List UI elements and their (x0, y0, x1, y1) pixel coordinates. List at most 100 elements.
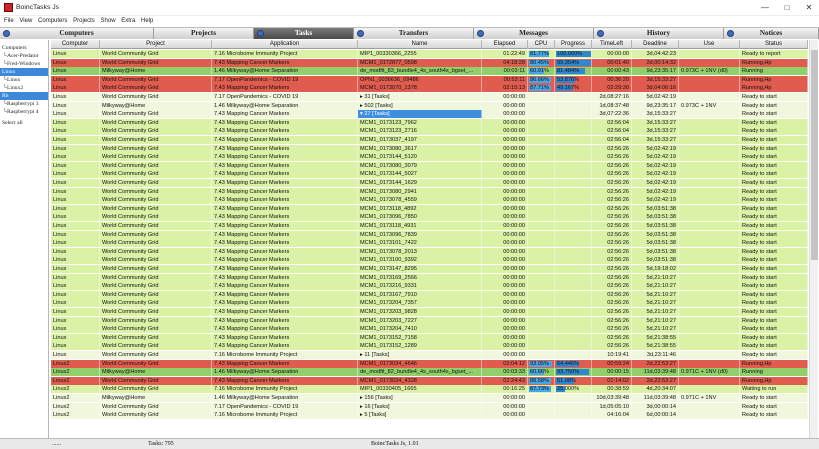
tab-messages[interactable]: Messages (474, 28, 594, 39)
sidebar-item-rh-group[interactable]: Rh (0, 92, 48, 100)
column-header-deadline[interactable]: Deadline (632, 40, 679, 49)
cell-deadline: 5d,03:51:38 (632, 256, 679, 265)
table-row[interactable]: Linux World Community Grid 7.43 Mapping Ca… (51, 316, 808, 325)
table-row[interactable]: Linux World Community Grid 7.17 OpenPandem… (51, 93, 808, 101)
menu-show[interactable]: Show (99, 16, 118, 26)
table-row[interactable]: Linux World Community Grid 7.43 Mapping Ca… (51, 239, 808, 248)
cell-timeleft: 02:56:26 (592, 316, 632, 325)
vertical-scrollbar[interactable] (809, 40, 818, 438)
sidebar-item-linux[interactable]: └Linux (0, 76, 48, 84)
table-row[interactable]: Linux World Community Grid 7.16 Microbome … (51, 351, 808, 359)
tab-history[interactable]: History (594, 28, 724, 39)
menu-projects[interactable]: Projects (71, 16, 97, 26)
table-row[interactable]: Linux World Community Grid 7.43 Mapping Ca… (51, 333, 808, 342)
table-row[interactable]: Linux World Community Grid 7.43 Mapping Ca… (51, 179, 808, 187)
cell-application: 7.17 OpenPandemics - COVID 19 (212, 93, 358, 101)
cell-cpu: 87.73% (528, 385, 555, 394)
menu-computers[interactable]: Computers (36, 16, 69, 26)
tab-projects[interactable]: Projects (154, 28, 254, 39)
maximize-icon[interactable]: □ (776, 2, 798, 14)
menu-help[interactable]: Help (139, 16, 155, 26)
table-row[interactable]: Linux World Community Grid 7.43 Mapping Ca… (51, 161, 808, 170)
cell-computer: Linux (51, 265, 100, 273)
table-row[interactable]: Linux2 World Community Grid 7.16 Microbome… (51, 411, 808, 420)
table-row[interactable]: Linux World Community Grid 7.43 Mapping Ca… (51, 273, 808, 282)
column-header-project[interactable]: Project (100, 40, 212, 49)
table-row[interactable]: Linux World Community Grid 7.43 Mapping Ca… (51, 127, 808, 136)
menu-extra[interactable]: Extra (119, 16, 137, 26)
table-row[interactable]: Linux2 World Community Grid 7.17 OpenPande… (51, 402, 808, 411)
table-row[interactable]: Linux World Community Grid 7.43 Mapping Ca… (51, 308, 808, 316)
cell-project: Milkyway@Home (100, 394, 212, 402)
table-row[interactable]: Linux World Community Grid 7.43 Mapping Ca… (51, 290, 808, 299)
column-header-timeleft[interactable]: TimeLeft (592, 40, 632, 49)
table-row[interactable]: Linux World Community Grid 7.43 Mapping Ca… (51, 299, 808, 308)
menu-view[interactable]: View (17, 16, 34, 26)
column-header-computer[interactable]: Computer (51, 40, 100, 49)
table-row[interactable]: Linux World Community Grid 7.43 Mapping Ca… (51, 58, 808, 67)
menu-file[interactable]: File (0, 16, 16, 26)
cell-name: de_modfit_82_bundle4_4s_south4s_bgset_..… (358, 368, 482, 377)
table-row[interactable]: Linux World Community Grid 7.43 Mapping Ca… (51, 325, 808, 334)
table-row[interactable]: Linux World Community Grid 7.43 Mapping Ca… (51, 110, 808, 119)
table-row[interactable]: Linux World Community Grid 7.43 Mapping Ca… (51, 222, 808, 230)
table-row[interactable]: Linux2 Milkyway@Home 1.46 Milkyway@Home Se… (51, 368, 808, 377)
table-row[interactable]: Linux World Community Grid 7.43 Mapping Ca… (51, 342, 808, 351)
progress-text: 93.750% (557, 369, 580, 376)
cell-application: 7.43 Mapping Cancer Markers (212, 179, 358, 187)
column-header-name[interactable]: Name (358, 40, 482, 49)
sidebar-item-raspberrypi4[interactable]: └Raspberrypi 4 (0, 108, 48, 116)
cell-elapsed: 00:00:00 (482, 144, 528, 153)
table-row[interactable]: Linux World Community Grid 7.43 Mapping Ca… (51, 84, 808, 93)
table-row[interactable]: Linux World Community Grid 7.43 Mapping Ca… (51, 256, 808, 265)
table-row[interactable]: Linux World Community Grid 7.43 Mapping Ca… (51, 136, 808, 144)
sidebar-item-linux2[interactable]: └Linux2 (0, 84, 48, 92)
column-header-application[interactable]: Application (212, 40, 358, 49)
table-row[interactable]: Linux World Community Grid 7.43 Mapping Ca… (51, 118, 808, 127)
column-header-status[interactable]: Status (740, 40, 808, 49)
column-header-elapsed[interactable]: Elapsed (482, 40, 528, 49)
table-row[interactable]: Linux World Community Grid 7.17 OpenPandem… (51, 75, 808, 84)
tab-tasks[interactable]: Tasks (254, 28, 354, 39)
minimize-icon[interactable]: — (754, 2, 776, 14)
close-icon[interactable]: ✕ (798, 2, 819, 14)
column-header-progress[interactable]: Progress (555, 40, 592, 49)
table-row[interactable]: Linux World Community Grid 7.43 Mapping Ca… (51, 247, 808, 256)
table-row[interactable]: Linux2 Milkyway@Home 1.46 Milkyway@Home Se… (51, 394, 808, 402)
cell-elapsed: 00:00:00 (482, 222, 528, 230)
table-row[interactable]: Linux2 World Community Grid 7.43 Mapping C… (51, 359, 808, 368)
cell-timeleft: 02:29:30 (592, 84, 632, 93)
tab-computers[interactable]: Computers (0, 28, 154, 39)
sidebar-item-raspberrypi3[interactable]: └Raspberrypi 3 (0, 100, 48, 108)
table-row[interactable]: Linux Milkyway@Home 1.46 Milkyway@Home Sep… (51, 67, 808, 76)
cell-deadline: 2d,22:53:27 (632, 359, 679, 368)
scroll-thumb[interactable] (811, 50, 818, 260)
table-row[interactable]: Linux World Community Grid 7.43 Mapping Ca… (51, 153, 808, 162)
table-row[interactable]: Linux World Community Grid 7.43 Mapping Ca… (51, 213, 808, 222)
tab-transfers[interactable]: Transfers (354, 28, 474, 39)
cell-application: 7.43 Mapping Cancer Markers (212, 84, 358, 93)
table-row[interactable]: Linux World Community Grid 7.43 Mapping Ca… (51, 282, 808, 291)
select-all-link[interactable]: Select all (0, 119, 48, 127)
column-header-use[interactable]: Use (679, 40, 740, 49)
sidebar-item-acer[interactable]: └Acer-Predator (0, 52, 48, 60)
cell-status: Ready to start (740, 101, 808, 110)
table-row[interactable]: Linux Milkyway@Home 1.46 Milkyway@Home Sep… (51, 101, 808, 110)
sidebar-item-linux-group[interactable]: Linux (0, 68, 48, 76)
table-row[interactable]: Linux World Community Grid 7.43 Mapping Ca… (51, 170, 808, 179)
table-row[interactable]: Linux2 World Community Grid 7.16 Microbome… (51, 385, 808, 394)
table-row[interactable]: Linux World Community Grid 7.43 Mapping Ca… (51, 204, 808, 213)
task-count: Tasks: 795 (148, 441, 174, 447)
table-row[interactable]: Linux World Community Grid 7.43 Mapping Ca… (51, 144, 808, 153)
column-header-cpu[interactable]: CPU (528, 40, 555, 49)
tab-notices[interactable]: Notices (724, 28, 819, 39)
cell-status: Running,Hp (740, 58, 808, 67)
table-row[interactable]: Linux World Community Grid 7.43 Mapping Ca… (51, 187, 808, 196)
table-row[interactable]: Linux World Community Grid 7.43 Mapping Ca… (51, 196, 808, 205)
cell-name: ▸ 156 [Tasks] (358, 394, 482, 402)
table-row[interactable]: Linux World Community Grid 7.43 Mapping Ca… (51, 230, 808, 239)
table-row[interactable]: Linux2 World Community Grid 7.43 Mapping C… (51, 376, 808, 385)
sidebar-item-fred[interactable]: └Fred-Windows (0, 60, 48, 68)
table-row[interactable]: Linux World Community Grid 7.16 Microbome … (51, 50, 808, 58)
table-row[interactable]: Linux World Community Grid 7.43 Mapping Ca… (51, 265, 808, 273)
